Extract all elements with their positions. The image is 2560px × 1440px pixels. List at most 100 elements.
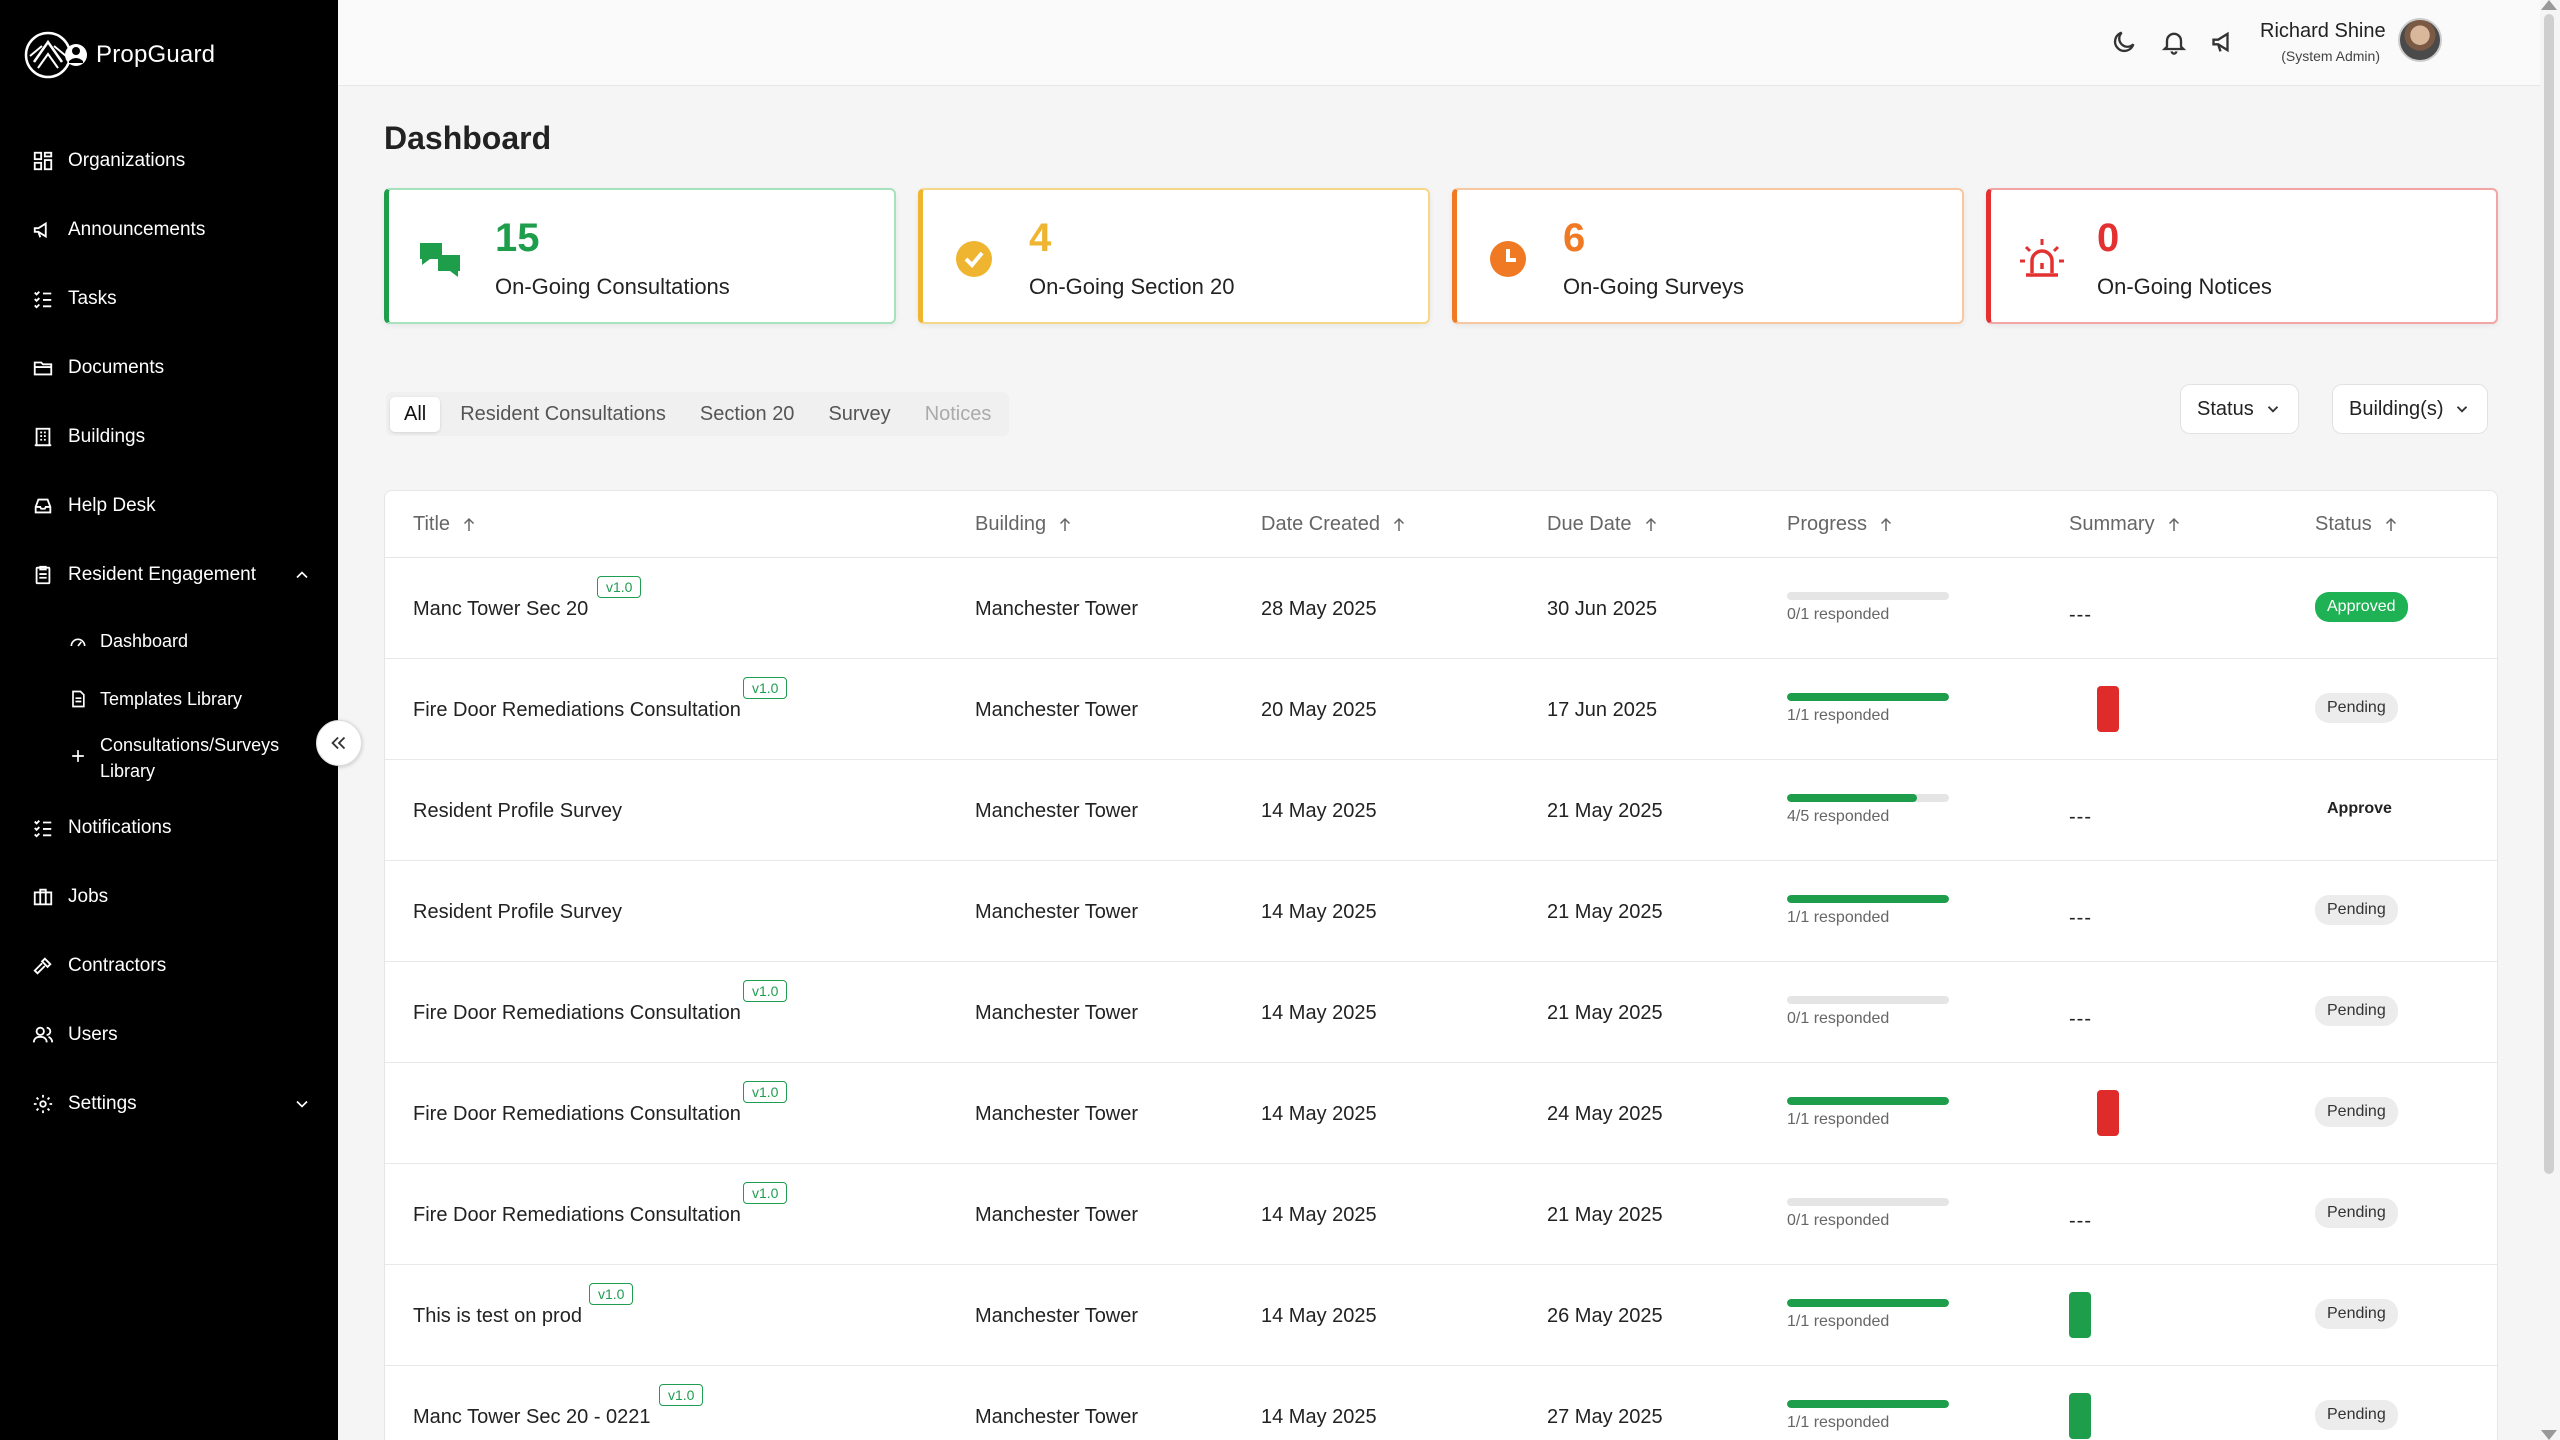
row-title[interactable]: Manc Tower Sec 20 bbox=[413, 598, 588, 621]
column-header-building[interactable]: Building bbox=[975, 513, 1074, 536]
sidebar-subitem-dashboard[interactable]: Dashboard bbox=[68, 628, 318, 654]
tab-section-20[interactable]: Section 20 bbox=[686, 397, 809, 432]
sidebar-item-tasks[interactable]: Tasks bbox=[32, 288, 312, 310]
sidebar-item-organizations[interactable]: Organizations bbox=[32, 150, 312, 172]
progress-bar bbox=[1787, 592, 1949, 600]
tab-all[interactable]: All bbox=[390, 396, 441, 432]
megaphone-icon[interactable] bbox=[2210, 28, 2238, 56]
table-row[interactable]: This is test on prod v1.0 Manchester Tower… bbox=[385, 1265, 2497, 1366]
chevron-down-icon[interactable] bbox=[292, 1094, 312, 1114]
tab-survey[interactable]: Survey bbox=[814, 397, 904, 432]
stat-label: On-Going Section 20 bbox=[1029, 274, 1235, 299]
column-header-date-created[interactable]: Date Created bbox=[1261, 513, 1408, 536]
column-header-summary[interactable]: Summary bbox=[2069, 513, 2183, 536]
sidebar-item-announcements[interactable]: Announcements bbox=[32, 219, 312, 241]
table-row[interactable]: Manc Tower Sec 20 - 0221 v1.0 Manchester T… bbox=[385, 1366, 2497, 1440]
sidebar-item-notifications[interactable]: Notifications bbox=[32, 817, 312, 839]
tab-resident-consultations[interactable]: Resident Consultations bbox=[446, 397, 680, 432]
table-row[interactable]: Fire Door Remediations Consultation v1.0 M… bbox=[385, 1164, 2497, 1265]
bell-icon[interactable] bbox=[2160, 28, 2188, 56]
column-header-due-date[interactable]: Due Date bbox=[1547, 513, 1660, 536]
sidebar-item-users[interactable]: Users bbox=[32, 1024, 312, 1046]
row-title[interactable]: Resident Profile Survey bbox=[413, 800, 622, 823]
version-badge: v1.0 bbox=[743, 1182, 788, 1204]
sidebar-item-jobs[interactable]: Jobs bbox=[32, 886, 312, 908]
sidebar-item-label: Tasks bbox=[68, 288, 117, 309]
status-badge: Approved bbox=[2315, 592, 2408, 622]
stat-card-section-20[interactable]: 4 On-Going Section 20 bbox=[918, 188, 1430, 324]
progress-bar-fill bbox=[1787, 1299, 1949, 1307]
sidebar-item-contractors[interactable]: Contractors bbox=[32, 955, 312, 977]
gear-icon bbox=[33, 1094, 53, 1114]
row-title[interactable]: Fire Door Remediations Consultation bbox=[413, 1103, 741, 1126]
version-badge: v1.0 bbox=[597, 576, 642, 598]
building-icon bbox=[34, 427, 52, 447]
version-badge: v1.0 bbox=[659, 1384, 704, 1406]
progress-text: 0/1 responded bbox=[1787, 1010, 1890, 1027]
plus-icon bbox=[72, 750, 84, 762]
user-name[interactable]: Richard Shine bbox=[2260, 20, 2386, 43]
column-header-label: Due Date bbox=[1547, 513, 1632, 535]
row-date-created: 20 May 2025 bbox=[1261, 699, 1377, 721]
row-date-created: 14 May 2025 bbox=[1261, 1103, 1377, 1125]
row-title[interactable]: This is test on prod bbox=[413, 1305, 582, 1328]
stat-card-notices[interactable]: 0 On-Going Notices bbox=[1986, 188, 2498, 324]
row-title[interactable]: Manc Tower Sec 20 - 0221 bbox=[413, 1406, 651, 1429]
stat-card-consultations[interactable]: 15 On-Going Consultations bbox=[384, 188, 896, 324]
progress-text: 1/1 responded bbox=[1787, 707, 1890, 724]
row-title[interactable]: Resident Profile Survey bbox=[413, 901, 622, 924]
sidebar-item-label: Resident Engagement bbox=[68, 564, 257, 585]
table-row[interactable]: Fire Door Remediations Consultation v1.0 M… bbox=[385, 962, 2497, 1063]
chevron-down-icon bbox=[2457, 406, 2468, 413]
progress-bar bbox=[1787, 1400, 1949, 1408]
column-header-status[interactable]: Status bbox=[2315, 513, 2400, 536]
brand-logo[interactable]: PropGuard bbox=[24, 28, 215, 82]
row-due-date: 26 May 2025 bbox=[1547, 1305, 1663, 1327]
progress-bar bbox=[1787, 1097, 1949, 1105]
row-title[interactable]: Fire Door Remediations Consultation bbox=[413, 1204, 741, 1227]
sidebar-subitem-label: Dashboard bbox=[100, 631, 189, 651]
page-scrollbar[interactable] bbox=[2544, 14, 2554, 1174]
progress-bar-fill bbox=[1787, 895, 1949, 903]
status-filter-dropdown[interactable]: Status bbox=[2180, 384, 2299, 434]
sidebar-item-label: Organizations bbox=[68, 150, 186, 171]
brand-name: PropGuard bbox=[96, 41, 216, 68]
alarm-siren-glyph bbox=[2020, 239, 2064, 277]
row-due-date: 21 May 2025 bbox=[1547, 800, 1663, 822]
row-date-created: 14 May 2025 bbox=[1261, 1002, 1377, 1024]
scroll-down-arrow[interactable] bbox=[2541, 1430, 2557, 1440]
sort-arrow-up-icon bbox=[1645, 517, 1656, 531]
table-row[interactable]: Manc Tower Sec 20 v1.0 Manchester Tower 28 … bbox=[385, 558, 2497, 659]
engagement-table: Title Building Date Created Due Date Pro… bbox=[384, 490, 2498, 1440]
progress-bar bbox=[1787, 895, 1949, 903]
sidebar-item-documents[interactable]: Documents bbox=[32, 357, 312, 379]
stat-card-surveys[interactable]: 6 On-Going Surveys bbox=[1452, 188, 1964, 324]
table-row[interactable]: Fire Door Remediations Consultation v1.0 M… bbox=[385, 659, 2497, 760]
buildings-filter-dropdown[interactable]: Building(s) bbox=[2332, 384, 2489, 434]
chevron-up-icon[interactable] bbox=[292, 565, 312, 585]
page-title: Dashboard bbox=[384, 120, 552, 156]
sidebar-item-label: Users bbox=[68, 1024, 118, 1045]
sidebar-item-buildings[interactable]: Buildings bbox=[32, 426, 312, 448]
column-header-progress[interactable]: Progress bbox=[1787, 513, 1895, 536]
summary-bar bbox=[2069, 1292, 2091, 1338]
avatar[interactable] bbox=[2398, 18, 2442, 62]
sidebar-subitem-templates-library[interactable]: Templates Library bbox=[68, 686, 318, 712]
clock-glyph bbox=[1490, 241, 1526, 277]
tab-notices[interactable]: Notices bbox=[911, 397, 1006, 432]
sort-arrow-up-icon bbox=[2168, 517, 2179, 531]
column-header-title[interactable]: Title bbox=[413, 513, 478, 536]
table-row[interactable]: Fire Door Remediations Consultation v1.0 M… bbox=[385, 1063, 2497, 1164]
row-title[interactable]: Fire Door Remediations Consultation bbox=[413, 1002, 741, 1025]
check-circle-glyph bbox=[956, 241, 992, 277]
table-row[interactable]: Resident Profile Survey Manchester Tower 1… bbox=[385, 760, 2497, 861]
row-title[interactable]: Fire Door Remediations Consultation bbox=[413, 699, 741, 722]
sidebar-subitem-consultations-library[interactable]: Consultations/Surveys Library bbox=[68, 732, 318, 784]
sidebar-item-settings[interactable]: Settings bbox=[32, 1093, 312, 1115]
table-row[interactable]: Resident Profile Survey Manchester Tower 1… bbox=[385, 861, 2497, 962]
sidebar-item-help-desk[interactable]: Help Desk bbox=[32, 495, 312, 517]
sidebar-item-resident-engagement[interactable]: Resident Engagement bbox=[32, 564, 312, 586]
moon-icon[interactable] bbox=[2110, 28, 2138, 56]
collapse-sidebar-button[interactable] bbox=[316, 720, 362, 766]
scroll-up-arrow[interactable] bbox=[2541, 0, 2557, 10]
